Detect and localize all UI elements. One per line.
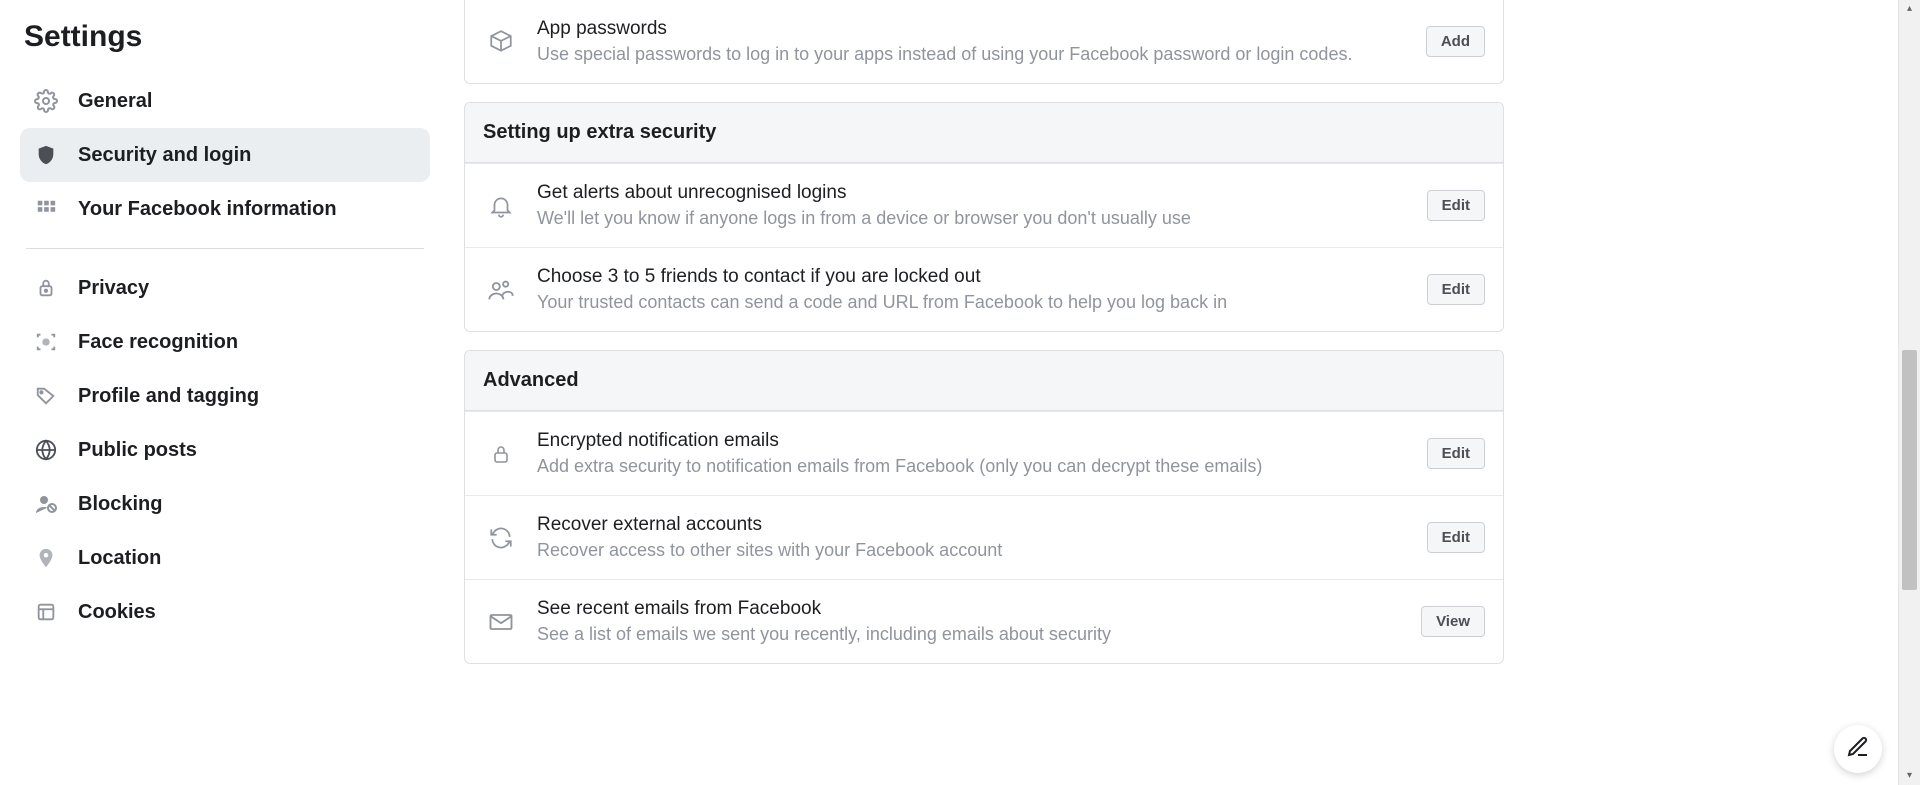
row-title: Get alerts about unrecognised logins [537, 182, 1411, 204]
row-desc: See a list of emails we sent you recentl… [537, 624, 1405, 645]
sidebar-item-label: Profile and tagging [78, 385, 259, 408]
edit-button[interactable]: Edit [1427, 522, 1485, 553]
sidebar-item-label: Privacy [78, 277, 149, 300]
sidebar-item-privacy[interactable]: Privacy [20, 261, 430, 315]
view-button[interactable]: View [1421, 606, 1485, 637]
sidebar-item-label: Your Facebook information [78, 198, 337, 221]
row-app-passwords: App passwords Use special passwords to l… [465, 0, 1503, 83]
row-title: See recent emails from Facebook [537, 598, 1405, 620]
section-advanced: Advanced Encrypted notification emails A… [464, 350, 1504, 664]
row-title: App passwords [537, 18, 1410, 40]
scroll-up-arrow-icon[interactable]: ▴ [1899, 0, 1920, 18]
row-trusted-contacts: Choose 3 to 5 friends to contact if you … [465, 247, 1503, 331]
sidebar-item-public-posts[interactable]: Public posts [20, 423, 430, 477]
sidebar-item-label: Security and login [78, 144, 251, 167]
row-desc: Your trusted contacts can send a code an… [537, 292, 1411, 313]
sidebar-item-label: Location [78, 547, 161, 570]
sidebar-item-face-recognition[interactable]: Face recognition [20, 315, 430, 369]
shield-icon [32, 141, 60, 169]
lock-icon [483, 436, 519, 472]
sidebar-item-label: Face recognition [78, 331, 238, 354]
sidebar-item-profile-tagging[interactable]: Profile and tagging [20, 369, 430, 423]
row-title: Recover external accounts [537, 514, 1411, 536]
bell-icon [483, 188, 519, 224]
settings-sidebar: Settings General Security and login Your… [0, 0, 440, 785]
row-desc: Add extra security to notification email… [537, 456, 1411, 477]
gear-icon [32, 87, 60, 115]
row-encrypted-emails: Encrypted notification emails Add extra … [465, 411, 1503, 495]
scroll-down-arrow-icon[interactable]: ▾ [1899, 767, 1920, 785]
compose-button[interactable] [1834, 725, 1882, 773]
sidebar-item-label: Cookies [78, 601, 156, 624]
sidebar-item-label: General [78, 90, 152, 113]
section-header: Setting up extra security [465, 103, 1503, 163]
row-recover-external: Recover external accounts Recover access… [465, 495, 1503, 579]
globe-icon [32, 436, 60, 464]
sidebar-item-blocking[interactable]: Blocking [20, 477, 430, 531]
location-pin-icon [32, 544, 60, 572]
face-scan-icon [32, 328, 60, 356]
edit-button[interactable]: Edit [1427, 274, 1485, 305]
sidebar-item-security[interactable]: Security and login [20, 128, 430, 182]
section-header: Advanced [465, 351, 1503, 411]
row-title: Choose 3 to 5 friends to contact if you … [537, 266, 1411, 288]
section-extra-security: Setting up extra security Get alerts abo… [464, 102, 1504, 332]
package-icon [483, 24, 519, 60]
people-icon [483, 272, 519, 308]
row-recent-emails: See recent emails from Facebook See a li… [465, 579, 1503, 663]
edit-button[interactable]: Edit [1427, 438, 1485, 469]
grid-icon [32, 195, 60, 223]
scrollbar-track[interactable]: ▴ ▾ [1898, 0, 1920, 785]
sidebar-item-general[interactable]: General [20, 74, 430, 128]
sidebar-item-your-information[interactable]: Your Facebook information [20, 182, 430, 236]
sidebar-item-location[interactable]: Location [20, 531, 430, 585]
sidebar-item-label: Blocking [78, 493, 162, 516]
lock-person-icon [32, 274, 60, 302]
scrollbar-thumb[interactable] [1902, 350, 1917, 590]
envelope-icon [483, 604, 519, 640]
compose-icon [1846, 735, 1870, 764]
add-button[interactable]: Add [1426, 26, 1485, 57]
row-title: Encrypted notification emails [537, 430, 1411, 452]
sidebar-separator [26, 248, 424, 249]
row-desc: Recover access to other sites with your … [537, 540, 1411, 561]
refresh-icon [483, 520, 519, 556]
section-app-passwords-partial: App passwords Use special passwords to l… [464, 0, 1504, 84]
row-login-alerts: Get alerts about unrecognised logins We'… [465, 163, 1503, 247]
tag-icon [32, 382, 60, 410]
row-desc: We'll let you know if anyone logs in fro… [537, 208, 1411, 229]
page-title: Settings [20, 20, 430, 54]
row-desc: Use special passwords to log in to your … [537, 44, 1410, 65]
sidebar-item-label: Public posts [78, 439, 197, 462]
main-content-area: App passwords Use special passwords to l… [440, 0, 1898, 785]
sidebar-item-cookies[interactable]: Cookies [20, 585, 430, 639]
block-user-icon [32, 490, 60, 518]
cookies-icon [32, 598, 60, 626]
edit-button[interactable]: Edit [1427, 190, 1485, 221]
